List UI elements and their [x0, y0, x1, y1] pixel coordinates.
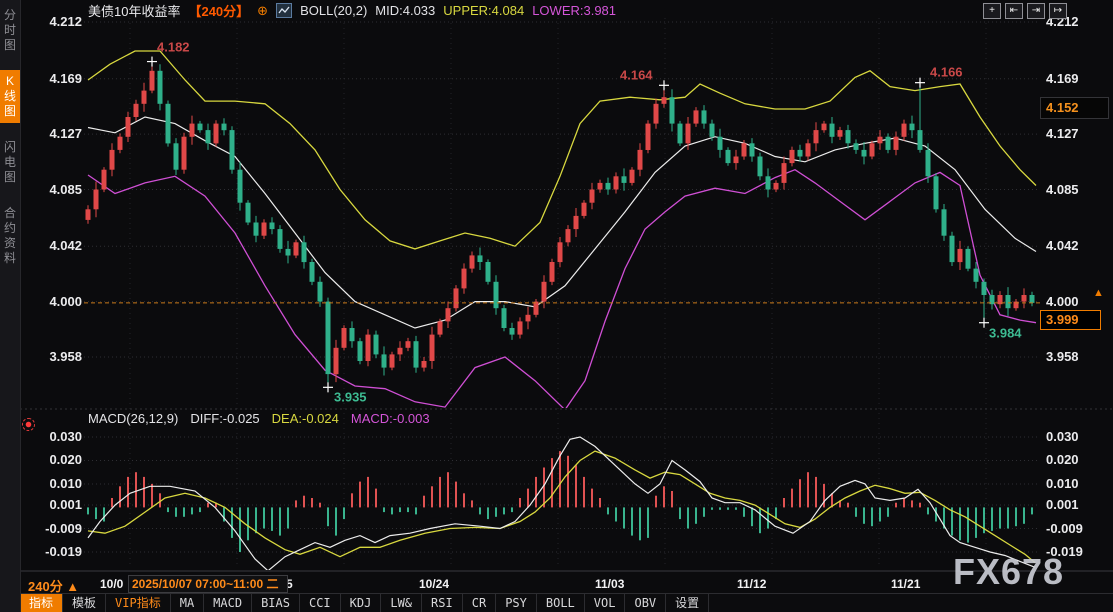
sidebar-tab-闪电图[interactable]: 闪电图	[0, 136, 20, 189]
datetime-tooltip: 2025/10/07 07:00~11:00 二	[128, 575, 288, 593]
price-up-arrow-icon: ▲	[1093, 287, 1104, 299]
toolbar-item-OBV[interactable]: OBV	[625, 594, 666, 612]
macd-hist-value: MACD:-0.003	[351, 411, 430, 426]
extreme-price-label: 3.984	[989, 326, 1022, 341]
indicator-burst-icon	[22, 418, 35, 431]
macd-header: MACD(26,12,9) DIFF:-0.025 DEA:-0.024 MAC…	[88, 411, 430, 426]
y-axis-label: 4.085	[1046, 182, 1079, 197]
macd-histogram	[88, 451, 1032, 552]
toolbar-item-KDJ[interactable]: KDJ	[341, 594, 382, 612]
macd-params: MACD(26,12,9)	[88, 411, 178, 426]
macd-axis-label: 0.020	[1046, 452, 1079, 467]
macd-axis-label: 0.010	[1046, 476, 1079, 491]
main-pane	[86, 51, 1037, 410]
compress-axis-icon[interactable]: ⇤	[1005, 3, 1023, 19]
chart-tool-icons: +⇤⇥↦	[983, 3, 1067, 19]
y-axis-label: 4.000	[36, 294, 82, 309]
expand-axis-icon[interactable]: ⇥	[1027, 3, 1045, 19]
boll-upper-value: UPPER:4.084	[443, 3, 524, 18]
macd-dea-value: DEA:-0.024	[272, 411, 339, 426]
toolbar-item-BOLL[interactable]: BOLL	[537, 594, 585, 612]
instrument-title: 美债10年收益率	[88, 1, 180, 20]
toolbar-item-LW&[interactable]: LW&	[381, 594, 422, 612]
sidebar: 分时图 K线图闪电图合约资料	[0, 0, 21, 612]
toolbar-item-VIP指标[interactable]: VIP指标	[106, 594, 171, 612]
dea-line	[88, 451, 1035, 562]
pan-icon[interactable]: +	[983, 3, 1001, 19]
y-axis-label: 3.958	[1046, 349, 1079, 364]
toolbar-item-BIAS[interactable]: BIAS	[252, 594, 300, 612]
macd-axis-label: 0.030	[1046, 429, 1079, 444]
y-axis-label: 4.000	[1046, 294, 1079, 309]
toolbar-item-MACD[interactable]: MACD	[204, 594, 252, 612]
boll-lower-line	[88, 170, 1036, 410]
y-axis-label: 3.958	[36, 349, 82, 364]
trading-app-window: 4.1823.9354.1644.1663.984 分时图K线图闪电图合约资料 …	[0, 0, 1113, 612]
extreme-price-label: 4.164	[620, 67, 653, 82]
toolbar-item-PSY[interactable]: PSY	[496, 594, 537, 612]
axis-highlight-value: 4.152	[1040, 97, 1109, 119]
macd-axis-label: -0.019	[36, 544, 82, 559]
x-axis-label: 11/03	[595, 577, 624, 591]
macd-axis-label: 0.001	[1046, 497, 1079, 512]
macd-axis-label: 0.020	[36, 452, 82, 467]
y-axis-label: 4.169	[36, 71, 82, 86]
toolbar-item-指标[interactable]: 指标	[20, 594, 63, 612]
macd-axis-label: -0.009	[36, 521, 82, 536]
x-axis-label: 10/0	[100, 577, 123, 591]
chart-canvas[interactable]: 4.182 3.935 4.164 4.166 3.984	[0, 0, 1113, 612]
extreme-price-label: 3.935	[334, 389, 367, 404]
macd-axis-label: 0.030	[36, 429, 82, 444]
y-axis-label: 4.042	[36, 238, 82, 253]
shift-right-icon[interactable]: ↦	[1049, 3, 1067, 19]
y-axis-label: 4.042	[1046, 238, 1079, 253]
sidebar-tab-合约资料[interactable]: 合约资料	[0, 202, 20, 270]
macd-diff-value: DIFF:-0.025	[190, 411, 259, 426]
chart-header: 美债10年收益率 【240分】 ⊕ BOLL(20,2) MID:4.033 U…	[88, 1, 616, 20]
boll-mid-value: MID:4.033	[375, 3, 435, 18]
period-tag: 【240分】	[188, 1, 249, 20]
boll-label: BOLL(20,2)	[300, 3, 367, 18]
toolbar-item-RSI[interactable]: RSI	[422, 594, 463, 612]
x-axis-label: 11/12	[737, 577, 766, 591]
sidebar-tab-分时图[interactable]: 分时图	[0, 4, 20, 57]
y-axis-label: 4.127	[1046, 126, 1079, 141]
x-axis-label: 10/24	[419, 577, 449, 591]
toolbar-item-模板[interactable]: 模板	[63, 594, 106, 612]
y-axis-label: 4.127	[36, 126, 82, 141]
y-axis-label: 4.212	[36, 14, 82, 29]
macd-axis-label: -0.009	[1046, 521, 1083, 536]
diff-line	[88, 437, 1035, 571]
x-axis-label: 11/21	[891, 577, 920, 591]
sidebar-tab-K线图[interactable]: K线图	[0, 70, 20, 123]
toolbar-item-设置[interactable]: 设置	[666, 594, 709, 612]
mini-chart-icon	[276, 3, 292, 18]
current-price-box: 3.999	[1040, 310, 1101, 330]
toolbar-item-VOL[interactable]: VOL	[585, 594, 626, 612]
toolbar-item-CR[interactable]: CR	[463, 594, 496, 612]
indicator-toolbar: 指标模板VIP指标MAMACDBIASCCIKDJLW&RSICRPSYBOLL…	[20, 593, 1113, 612]
extreme-price-label: 4.182	[157, 40, 190, 55]
toolbar-item-CCI[interactable]: CCI	[300, 594, 341, 612]
extreme-price-label: 4.166	[930, 65, 963, 80]
toolbar-item-MA[interactable]: MA	[171, 594, 204, 612]
macd-axis-label: 0.001	[36, 497, 82, 512]
add-indicator-icon[interactable]: ⊕	[257, 3, 268, 19]
macd-pane	[88, 437, 1035, 571]
boll-lower-value: LOWER:3.981	[532, 3, 616, 18]
macd-axis-label: 0.010	[36, 476, 82, 491]
macd-axis-label: -0.019	[1046, 544, 1083, 559]
y-axis-label: 4.169	[1046, 71, 1079, 86]
y-axis-label: 4.085	[36, 182, 82, 197]
